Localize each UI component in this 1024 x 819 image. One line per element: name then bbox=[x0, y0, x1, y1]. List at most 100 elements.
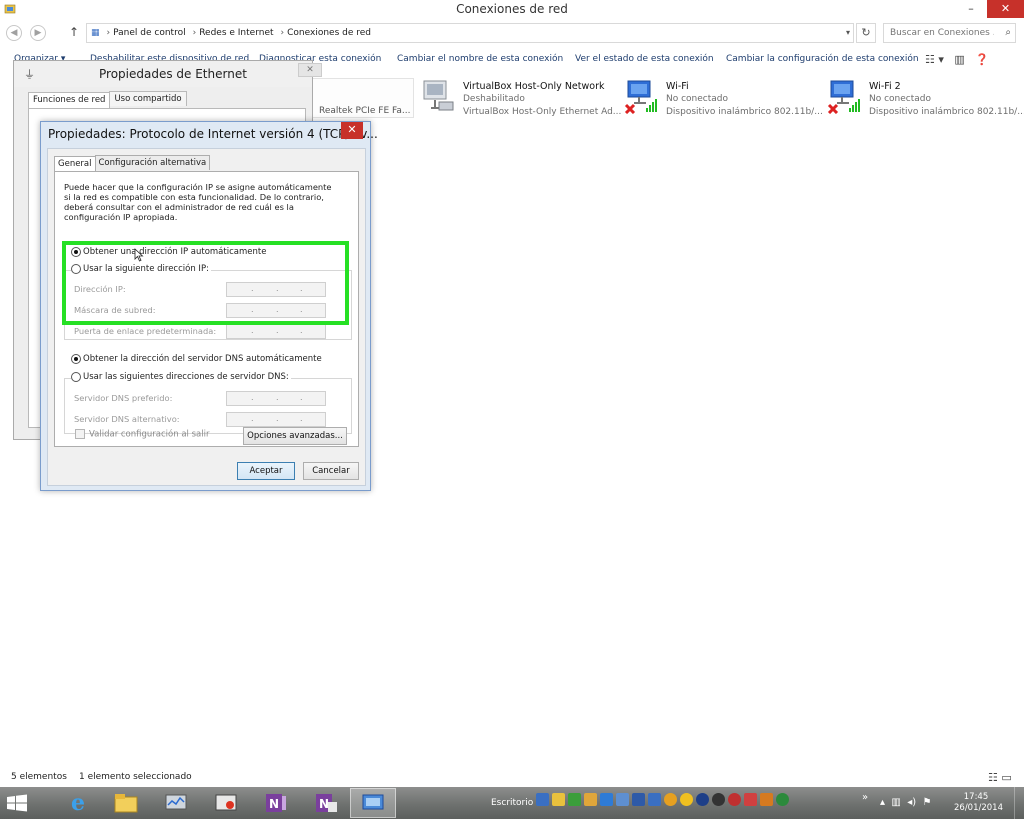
gateway-label: Puerta de enlace predeterminada: bbox=[74, 326, 217, 336]
connection-device: Dispositivo inalámbrico 802.11b/... bbox=[666, 107, 823, 117]
onenote-icon: N bbox=[266, 794, 286, 812]
app-icon[interactable] bbox=[696, 793, 709, 806]
taskbar-recorder[interactable] bbox=[203, 788, 249, 818]
close-button[interactable]: ✕ bbox=[341, 122, 363, 139]
minimize-button[interactable]: – bbox=[958, 0, 984, 18]
status-bar: 5 elementos 1 elemento seleccionado ☷ ▭ bbox=[0, 770, 1024, 786]
cancel-button[interactable]: Cancelar bbox=[303, 462, 359, 480]
dns-auto-radio[interactable]: Obtener la dirección del servidor DNS au… bbox=[71, 354, 322, 365]
tab-general[interactable]: General bbox=[54, 156, 96, 172]
app-icon[interactable] bbox=[776, 793, 789, 806]
connection-item-wifi-2[interactable]: Wi-Fi 2 No conectado Dispositivo inalámb… bbox=[827, 78, 1024, 122]
view-options-icon[interactable]: ☷ ▾ ▥ ❓ bbox=[925, 53, 989, 66]
gateway-input[interactable]: ... bbox=[226, 324, 326, 339]
dialog-title: Propiedades de Ethernet bbox=[99, 67, 247, 81]
app-icon[interactable] bbox=[584, 793, 597, 806]
details-view-icon[interactable]: ☷ ▭ bbox=[988, 771, 1012, 784]
app-icon[interactable] bbox=[712, 793, 725, 806]
rename-connection-button[interactable]: Cambiar el nombre de esta conexión bbox=[397, 54, 563, 64]
address-bar[interactable]: ▦ › Panel de control › Redes e Internet › Cone… bbox=[86, 23, 854, 43]
app-icon[interactable] bbox=[536, 793, 549, 806]
taskbar-network-app[interactable] bbox=[153, 788, 199, 818]
dns-manual-radio[interactable]: Usar las siguientes direcciones de servi… bbox=[71, 372, 291, 383]
app-icon[interactable] bbox=[664, 793, 677, 806]
connection-item-wifi[interactable]: Wi-Fi No conectado Dispositivo inalámbri… bbox=[624, 78, 824, 122]
breadcrumb-network-connections[interactable]: Conexiones de red bbox=[287, 28, 371, 38]
network-tray-icon[interactable]: ▥ bbox=[891, 797, 900, 808]
app-icon[interactable] bbox=[648, 793, 661, 806]
connection-device: Dispositivo inalámbrico 802.11b/... bbox=[869, 107, 1024, 117]
desktop-toolbar-label: Escritorio bbox=[491, 798, 534, 808]
wifi-disconnected-icon bbox=[624, 80, 657, 114]
app-icon[interactable] bbox=[680, 793, 693, 806]
address-dropdown-icon[interactable]: ▾ bbox=[842, 23, 854, 43]
change-settings-button[interactable]: Cambiar la configuración de esta conexió… bbox=[726, 54, 919, 64]
tab-alternate-configuration[interactable]: Configuración alternativa bbox=[94, 155, 211, 170]
item-count: 5 elementos bbox=[11, 772, 67, 782]
app-icon[interactable] bbox=[552, 793, 565, 806]
app-icon[interactable] bbox=[744, 793, 757, 806]
connection-status: Deshabilitado bbox=[463, 94, 525, 104]
app-icon[interactable] bbox=[600, 793, 613, 806]
ethernet-device-label: Realtek PCIe FE Fa... bbox=[319, 106, 411, 116]
view-status-button[interactable]: Ver el estado de esta conexión bbox=[575, 54, 714, 64]
taskbar-onenote-2[interactable]: N bbox=[303, 788, 349, 818]
volume-icon[interactable]: ◂) bbox=[907, 797, 916, 808]
close-window-button[interactable]: ✕ bbox=[987, 0, 1024, 18]
connection-status: No conectado bbox=[869, 94, 932, 104]
refresh-icon[interactable]: ↻ bbox=[856, 23, 876, 43]
action-center-flag-icon[interactable]: ⚑ bbox=[922, 797, 931, 808]
up-arrow-icon[interactable]: ↑ bbox=[69, 25, 79, 39]
search-icon[interactable]: ⌕ bbox=[1005, 27, 1011, 38]
checkbox-icon bbox=[75, 429, 85, 439]
app-icon[interactable] bbox=[568, 793, 581, 806]
advanced-options-button[interactable]: Opciones avanzadas... bbox=[243, 427, 347, 445]
control-panel-icon: ▦ bbox=[91, 28, 100, 38]
internet-explorer-icon: e bbox=[71, 790, 85, 816]
toolbar-overflow-chevron[interactable]: » bbox=[862, 792, 868, 803]
breadcrumb-network-internet[interactable]: Redes e Internet bbox=[199, 28, 273, 38]
validate-checkbox[interactable]: Validar configuración al salir bbox=[75, 429, 209, 440]
mouse-pointer-icon bbox=[134, 248, 144, 262]
onenote-icon: N bbox=[316, 794, 337, 812]
file-explorer-icon bbox=[114, 794, 138, 813]
help-icon[interactable]: ❓ bbox=[975, 53, 989, 66]
svg-text:N: N bbox=[319, 797, 329, 811]
connection-item-virtualbox[interactable]: VirtualBox Host-Only Network Deshabilita… bbox=[421, 78, 621, 122]
back-arrow-icon[interactable]: ◀ bbox=[6, 25, 22, 41]
forward-arrow-icon[interactable]: ▶ bbox=[30, 25, 46, 41]
app-icon[interactable] bbox=[760, 793, 773, 806]
radio-unselected-icon bbox=[71, 372, 81, 382]
clock-time: 17:45 bbox=[963, 792, 989, 802]
show-hidden-icons-arrow-icon[interactable]: ▴ bbox=[880, 797, 885, 808]
taskbar-onenote[interactable]: N bbox=[253, 788, 299, 818]
connection-name: VirtualBox Host-Only Network bbox=[463, 81, 605, 92]
app-icon[interactable] bbox=[728, 793, 741, 806]
taskbar-internet-explorer[interactable]: e bbox=[55, 788, 101, 818]
close-button[interactable]: ✕ bbox=[298, 63, 322, 77]
search-input[interactable] bbox=[884, 24, 994, 42]
wifi-disconnected-icon bbox=[827, 80, 860, 114]
window-titlebar: Conexiones de red – ✕ bbox=[0, 0, 1024, 20]
network-adapter-icon bbox=[423, 80, 454, 111]
windows-start-icon[interactable] bbox=[6, 794, 28, 812]
ethernet-connection-item[interactable]: Realtek PCIe FE Fa... bbox=[300, 78, 414, 118]
breadcrumb: ▦ › Panel de control › Redes e Internet › Cone… bbox=[91, 28, 371, 38]
highlight-box bbox=[62, 241, 349, 325]
tab-network-functions[interactable]: Funciones de red bbox=[28, 92, 111, 108]
show-desktop-button[interactable] bbox=[1014, 787, 1024, 819]
clock[interactable]: 17:45 26/01/2014 bbox=[954, 792, 1003, 814]
app-icon[interactable] bbox=[632, 793, 645, 806]
app-icon[interactable] bbox=[616, 793, 629, 806]
connection-name: Wi-Fi 2 bbox=[869, 81, 901, 92]
search-box[interactable]: ⌕ bbox=[883, 23, 1016, 43]
ok-button[interactable]: Aceptar bbox=[237, 462, 295, 480]
dns-preferred-input[interactable]: ... bbox=[226, 391, 326, 406]
taskbar-file-explorer[interactable] bbox=[103, 788, 149, 818]
taskbar-network-connections[interactable] bbox=[350, 788, 396, 818]
tab-sharing[interactable]: Uso compartido bbox=[109, 91, 187, 106]
window-title: Conexiones de red bbox=[456, 2, 568, 16]
taskbar: e N N Escritorio » ▴ ▥ ◂) ⚑ 17:45 26/01/… bbox=[0, 787, 1024, 819]
breadcrumb-control-panel[interactable]: Panel de control bbox=[113, 28, 185, 38]
dns-alternate-input[interactable]: ... bbox=[226, 412, 326, 427]
